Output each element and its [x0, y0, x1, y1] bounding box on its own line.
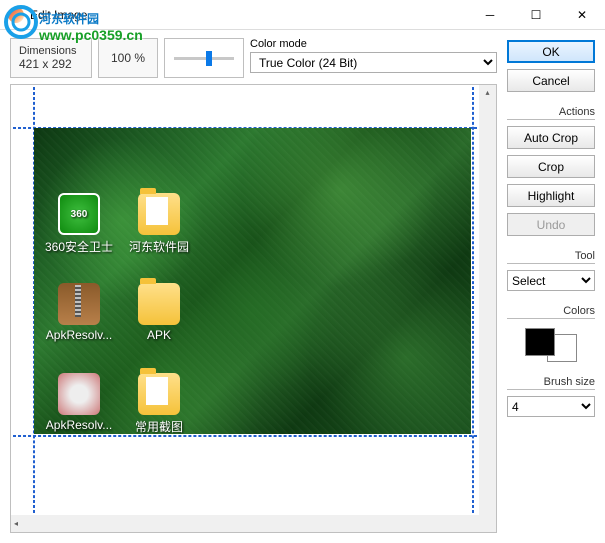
- window-title: Edit Image: [30, 8, 87, 22]
- edited-image: 360安全卫士河东软件园 ApkResolv... APK ApkResolv... …: [34, 128, 471, 434]
- desktop-icon-image: [138, 373, 180, 415]
- desktop-icon: ApkResolv...: [44, 283, 114, 342]
- foreground-color-swatch[interactable]: [525, 328, 555, 356]
- crop-button[interactable]: Crop: [507, 155, 595, 178]
- colors-group-label: Colors: [507, 305, 595, 319]
- desktop-icon-image: [58, 193, 100, 235]
- colormode-select[interactable]: True Color (24 Bit): [250, 52, 497, 73]
- brush-size-select[interactable]: 4: [507, 396, 595, 417]
- scroll-left-icon: ◂: [14, 519, 18, 528]
- desktop-icon-image: [58, 373, 100, 415]
- desktop-icon-label: ApkResolv...: [44, 328, 114, 342]
- vertical-scrollbar[interactable]: ▴: [479, 85, 496, 515]
- zoom-slider[interactable]: [164, 38, 244, 78]
- desktop-icon-image: [138, 193, 180, 235]
- desktop-icon-label: ApkResolv... - 快捷方式: [44, 418, 114, 434]
- dimensions-label: Dimensions: [19, 45, 83, 57]
- tool-group-label: Tool: [507, 250, 595, 264]
- desktop-icon: 河东软件园: [124, 193, 194, 255]
- desktop-icon: ApkResolv... - 快捷方式: [44, 373, 114, 434]
- scroll-up-icon: ▴: [485, 88, 489, 97]
- tool-select[interactable]: Select: [507, 270, 595, 291]
- desktop-icon-image: [138, 283, 180, 325]
- desktop-icon-image: [58, 283, 100, 325]
- close-button[interactable]: ✕: [559, 0, 605, 30]
- desktop-icon-label: 常用截图: [124, 418, 194, 434]
- minimize-button[interactable]: ─: [467, 0, 513, 30]
- desktop-icon-label: 河东软件园: [124, 238, 194, 255]
- horizontal-scrollbar[interactable]: ◂: [11, 515, 479, 532]
- cancel-button[interactable]: Cancel: [507, 69, 595, 92]
- maximize-button[interactable]: ☐: [513, 0, 559, 30]
- title-bar: Edit Image ─ ☐ ✕: [0, 0, 605, 30]
- brush-group-label: Brush size: [507, 376, 595, 390]
- desktop-icon-label: 360安全卫士: [44, 238, 114, 255]
- desktop-icon: 常用截图: [124, 373, 194, 434]
- undo-button: Undo: [507, 213, 595, 236]
- image-canvas[interactable]: 360安全卫士河东软件园 ApkResolv... APK ApkResolv... …: [10, 84, 497, 533]
- desktop-icon: 360安全卫士: [44, 193, 114, 255]
- dimensions-box: Dimensions 421 x 292: [10, 38, 92, 78]
- dimensions-value: 421 x 292: [19, 57, 83, 71]
- app-icon: [8, 7, 24, 23]
- crop-guide-bottom[interactable]: [13, 435, 477, 437]
- autocrop-button[interactable]: Auto Crop: [507, 126, 595, 149]
- desktop-icon: APK: [124, 283, 194, 342]
- ok-button[interactable]: OK: [507, 40, 595, 63]
- desktop-icon-label: APK: [124, 328, 194, 342]
- actions-group-label: Actions: [507, 106, 595, 120]
- colormode-label: Color mode: [250, 38, 497, 50]
- zoom-value: 100 %: [111, 51, 145, 65]
- zoom-box: 100 %: [98, 38, 158, 78]
- highlight-button[interactable]: Highlight: [507, 184, 595, 207]
- scroll-corner: [479, 515, 496, 532]
- crop-guide-right[interactable]: [472, 87, 474, 513]
